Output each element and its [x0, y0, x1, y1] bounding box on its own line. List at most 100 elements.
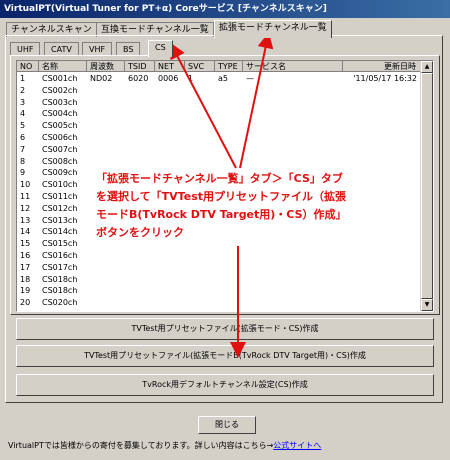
table-cell: CS016ch [42, 251, 78, 260]
table-cell [155, 285, 185, 296]
table-cell: 16 [20, 251, 31, 260]
close-button[interactable]: 閉じる [198, 416, 256, 434]
table-cell: 6020 [128, 74, 149, 83]
table-row[interactable]: 6 CS006ch [17, 132, 421, 143]
table-cell [87, 108, 125, 119]
table-cell [87, 262, 125, 273]
table-cell [243, 274, 343, 285]
table-cell [343, 274, 421, 285]
table-row[interactable]: 16 CS016ch [17, 250, 421, 261]
table-row[interactable]: 20 CS020ch [17, 297, 421, 308]
table-cell [215, 144, 243, 155]
table-cell: 8 [20, 156, 26, 166]
table-cell [87, 297, 125, 308]
tab-uhf[interactable]: UHF [10, 42, 41, 56]
table-cell [243, 156, 343, 167]
table-cell [155, 297, 185, 308]
table-cell [215, 274, 243, 285]
table-row[interactable]: 2 CS002ch [17, 85, 421, 96]
table-cell: 14 [20, 227, 31, 237]
table-cell [343, 144, 421, 155]
official-site-link[interactable]: 公式サイトへ [273, 441, 321, 450]
table-cell [343, 108, 421, 119]
table-cell [125, 297, 155, 308]
table-row[interactable]: 7 CS007ch [17, 144, 421, 155]
table-cell [125, 120, 155, 131]
table-cell [155, 85, 185, 96]
column-header-name[interactable]: 名称 [39, 61, 87, 72]
table-cell [343, 285, 421, 296]
table-row[interactable]: 19 CS018ch [17, 285, 421, 296]
table-cell [243, 108, 343, 119]
table-cell [185, 97, 215, 108]
scroll-down-icon[interactable]: ▼ [421, 299, 433, 311]
table-cell [343, 132, 421, 143]
tab-bs[interactable]: BS [116, 42, 141, 56]
table-cell [343, 120, 421, 131]
table-cell [155, 156, 185, 167]
table-cell [155, 262, 185, 273]
table-cell [215, 108, 243, 119]
table-cell [243, 297, 343, 308]
table-cell: CS018ch [42, 286, 78, 296]
table-cell [87, 97, 125, 108]
annotation-line: 「拡張モードチャンネル一覧」タブ＞「CS」タブ [96, 172, 343, 185]
table-cell: CS010ch [42, 180, 78, 190]
column-header-frequency[interactable]: 周波数 [87, 61, 125, 72]
window-title: VirtualPT(Virtual Tuner for PT+α) Coreサー… [0, 0, 450, 18]
table-cell: CS013ch [42, 215, 78, 225]
table-cell [185, 297, 215, 308]
table-cell: CS012ch [42, 203, 78, 213]
table-cell: 3 [20, 97, 26, 107]
table-cell: ND02 [90, 74, 113, 83]
column-header-svc[interactable]: SVC [185, 61, 215, 72]
column-header-tsid[interactable]: TSID [125, 61, 155, 72]
table-cell: CS002ch [42, 85, 78, 95]
column-header-service-name[interactable]: サービス名 [243, 61, 343, 72]
table-cell: CS011ch [42, 192, 78, 201]
table-cell [87, 85, 125, 96]
table-cell [343, 250, 421, 261]
tab-extended-mode-list[interactable]: 拡張モードチャンネル一覧 [214, 20, 332, 38]
column-header-no[interactable]: NO [17, 61, 39, 72]
table-cell [125, 144, 155, 155]
tvtest-preset-tvrock-button[interactable]: TVTest用プリセットファイル(拡張モードB(TvRock DTV Targe… [16, 345, 434, 367]
table-cell [215, 285, 243, 296]
column-header-updated[interactable]: 更新日時 [343, 61, 421, 72]
table-cell [125, 285, 155, 296]
tab-cs[interactable]: CS [148, 40, 173, 57]
table-cell [185, 120, 215, 131]
scroll-thumb[interactable] [421, 73, 433, 299]
tab-catv[interactable]: CATV [44, 42, 79, 56]
table-cell [155, 132, 185, 143]
tab-vhf[interactable]: VHF [82, 42, 113, 56]
table-cell [185, 250, 215, 261]
table-row[interactable]: 8 CS008ch [17, 156, 421, 167]
table-cell: CS001ch [42, 74, 78, 83]
table-cell [215, 120, 243, 131]
table-cell [125, 156, 155, 167]
table-row[interactable]: 3 CS003ch [17, 97, 421, 108]
column-header-type[interactable]: TYPE [215, 61, 243, 72]
table-cell: — [246, 74, 254, 83]
table-cell [243, 120, 343, 131]
table-cell [343, 97, 421, 108]
table-cell [155, 250, 185, 261]
table-cell [215, 85, 243, 96]
table-cell: CS008ch [42, 156, 78, 166]
table-row[interactable]: 1 CS001ch ND02 6020 0006 1 a5 — '11/05/17 16:32 [17, 73, 421, 84]
table-cell [185, 132, 215, 143]
table-row[interactable]: 4 CS004ch [17, 108, 421, 119]
table-cell: 4 [20, 109, 26, 119]
scroll-up-icon[interactable]: ▲ [421, 61, 433, 73]
list-vertical-scrollbar[interactable]: ▲ ▼ [420, 61, 433, 311]
column-header-net[interactable]: NET [155, 61, 185, 72]
table-row[interactable]: 18 CS018ch [17, 274, 421, 285]
table-row[interactable]: 5 CS005ch [17, 120, 421, 131]
table-row[interactable]: 17 CS017ch [17, 262, 421, 273]
tvrock-default-button[interactable]: TvRock用デフォルトチャンネル設定(CS)作成 [16, 374, 434, 396]
table-cell [87, 250, 125, 261]
instruction-annotation: 「拡張モードチャンネル一覧」タブ＞「CS」タブ を選択して「TVTest用プリセ… [96, 170, 396, 242]
tvtest-preset-button[interactable]: TVTest用プリセットファイル(拡張モード・CS)作成 [16, 318, 434, 340]
table-cell: 20 [20, 298, 31, 308]
